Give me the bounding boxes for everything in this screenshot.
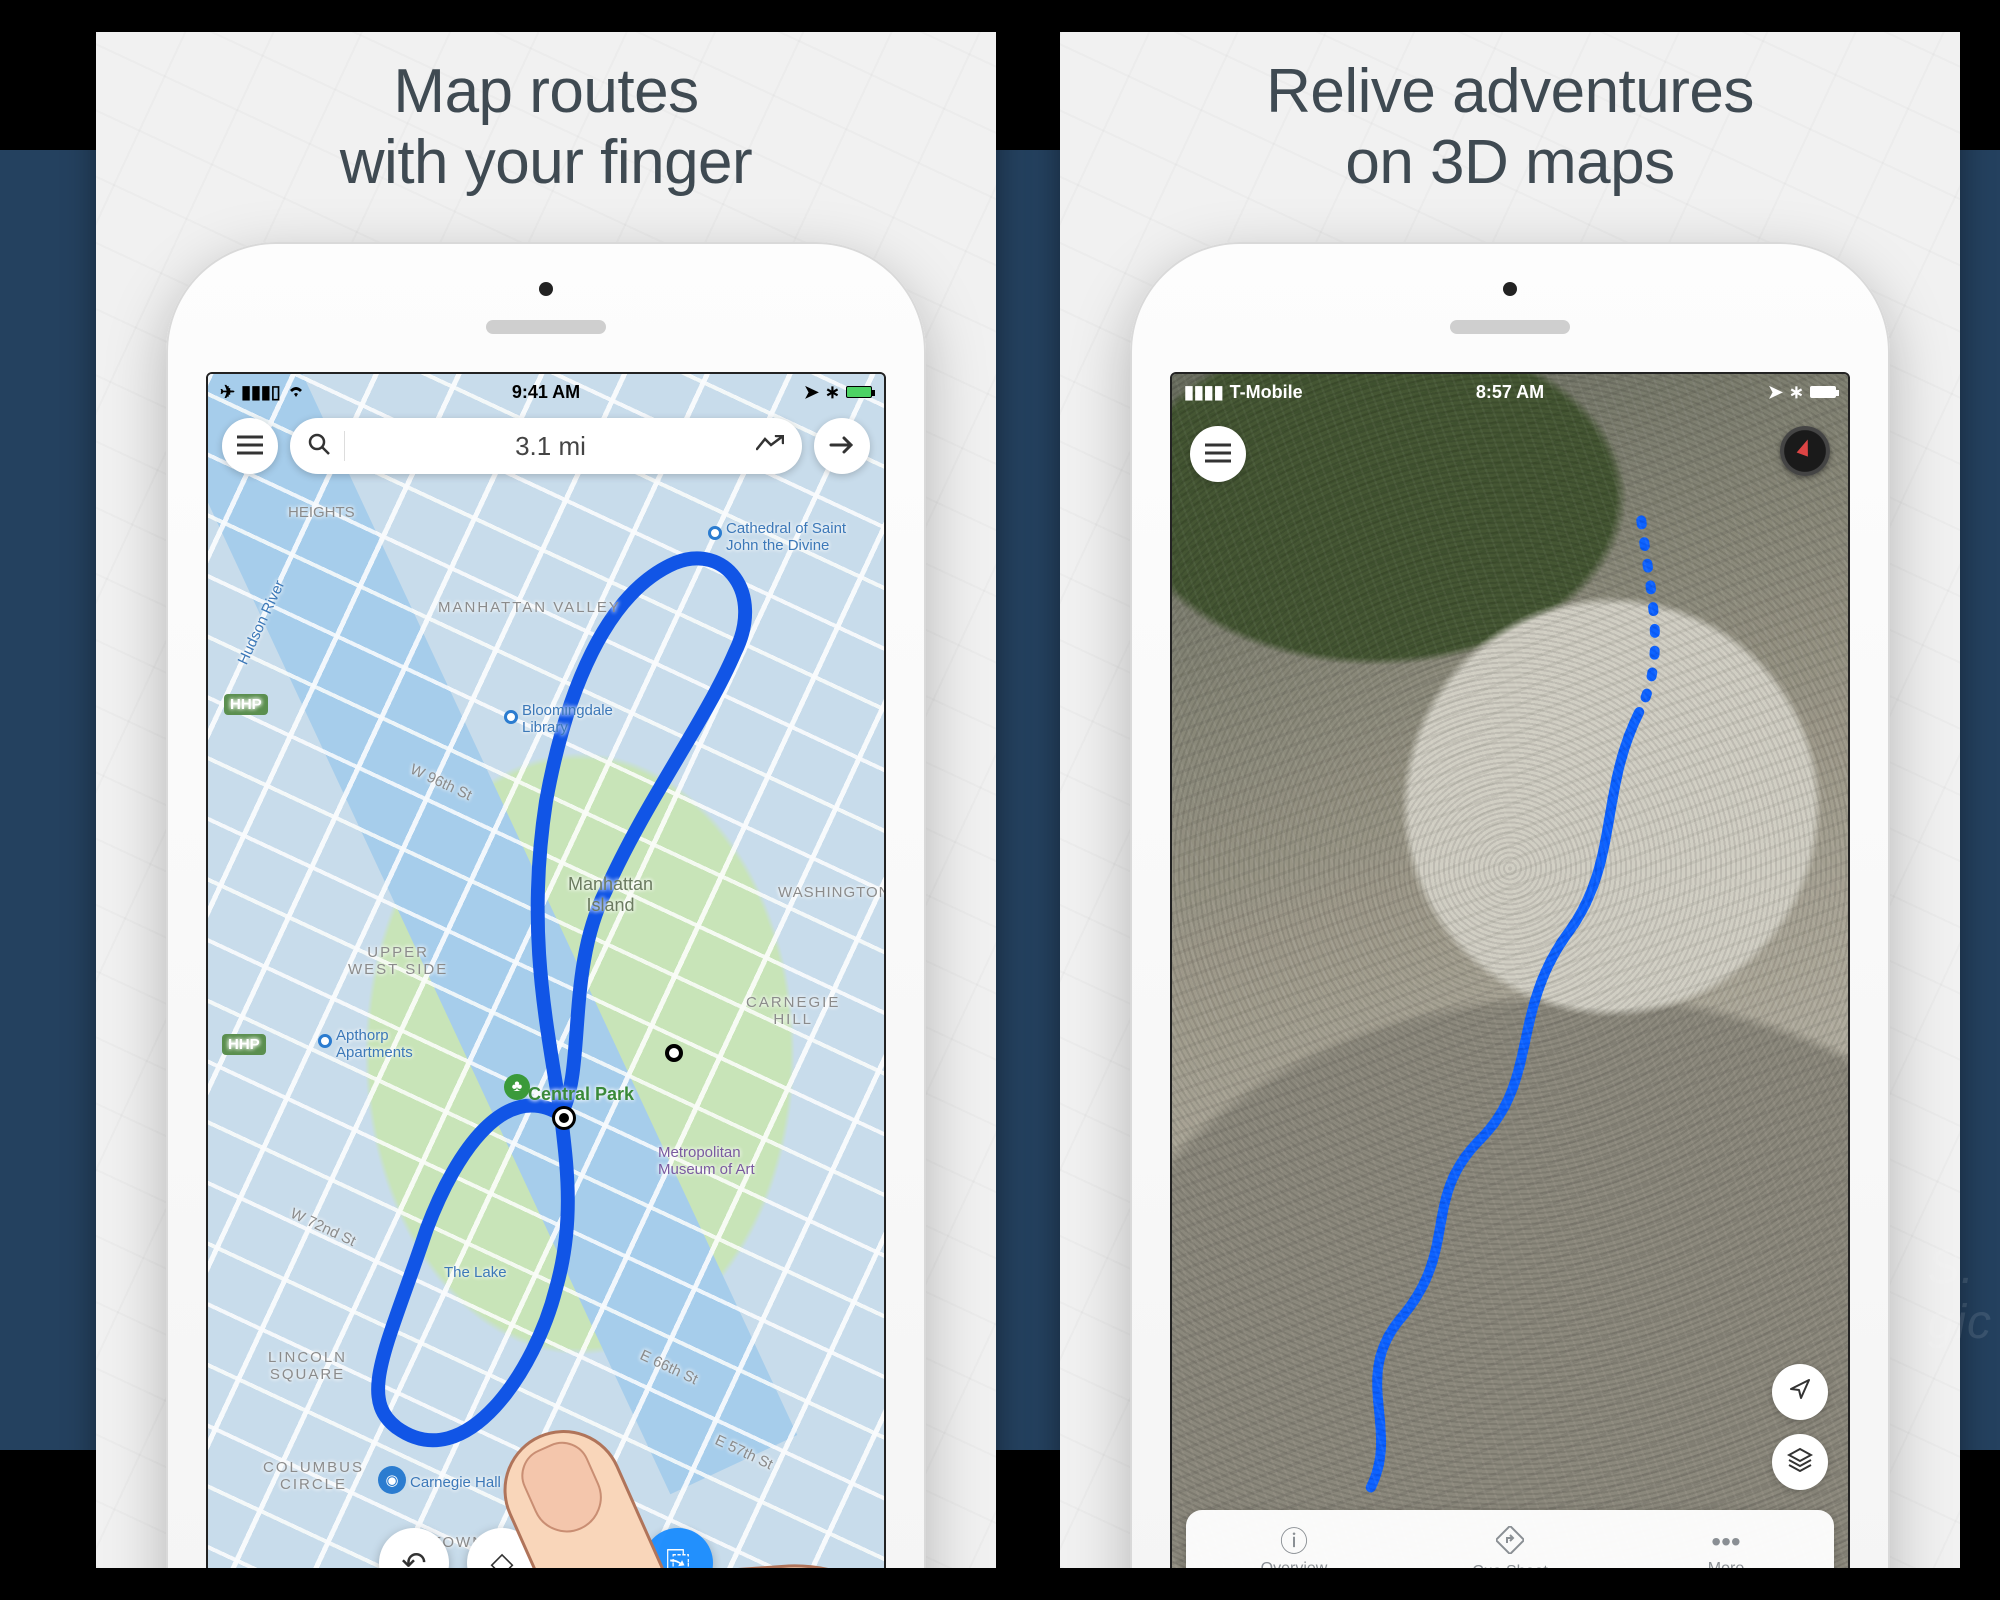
- hamburger-icon: [237, 431, 263, 462]
- terrain-3d-map[interactable]: [1172, 374, 1848, 1568]
- menu-button[interactable]: [222, 418, 278, 474]
- park-icon[interactable]: ♣: [504, 1074, 530, 1100]
- watermark: S.gic: [1928, 1240, 1992, 1350]
- status-bar-right: ▮▮▮▮ T-Mobile 8:57 AM ➤ ∗: [1172, 374, 1848, 410]
- compass-button[interactable]: [1780, 426, 1830, 476]
- label-apthorp: ApthorpApartments: [336, 1027, 413, 1061]
- status-time: 9:41 AM: [208, 382, 884, 403]
- label-wash: WASHINGTON: [778, 884, 886, 901]
- headline-right: Relive adventures on 3D maps: [1060, 56, 1960, 199]
- layers-button[interactable]: [1772, 1434, 1828, 1490]
- tab-cue-sheet[interactable]: Cue Sheet: [1402, 1510, 1618, 1568]
- poi-marker[interactable]: [504, 710, 518, 724]
- battery-icon: [1810, 386, 1836, 398]
- label-columbus: COLUMBUSCIRCLE: [263, 1459, 364, 1493]
- paperclip-icon: ⎘: [666, 1546, 690, 1568]
- headline-line2: on 3D maps: [1345, 128, 1674, 197]
- hamburger-icon: [1205, 439, 1231, 470]
- arrow-right-icon: [829, 431, 855, 462]
- headline-line1: Map routes: [393, 57, 698, 126]
- phone-screen-left: Hudson River HEIGHTS MANHATTAN VALLEY Ca…: [206, 372, 886, 1568]
- headline-line2: with your finger: [340, 128, 752, 197]
- poi-marker[interactable]: [318, 1034, 332, 1048]
- headline-left: Map routes with your finger: [96, 56, 996, 199]
- label-central-park: Central Park: [528, 1084, 634, 1105]
- label-manhattan-valley: MANHATTAN VALLEY: [438, 599, 621, 616]
- elevation-icon[interactable]: [756, 432, 784, 460]
- route-start-marker: [555, 1109, 573, 1127]
- go-button[interactable]: [814, 418, 870, 474]
- label-heights: HEIGHTS: [288, 504, 355, 521]
- tab-overview-label: Overview: [1261, 1560, 1328, 1568]
- label-cathedral: Cathedral of SaintJohn the Divine: [726, 520, 846, 554]
- label-upper-west: UPPERWEST SIDE: [348, 944, 448, 978]
- bottom-tab-bar: ⓘ Overview Cue Sheet ••• More: [1186, 1510, 1834, 1568]
- trail-path: [1172, 374, 1848, 1567]
- tab-cue-label: Cue Sheet: [1472, 1563, 1548, 1569]
- map-controls: [1772, 1364, 1828, 1490]
- pill-divider: [344, 431, 345, 461]
- search-icon: [308, 433, 330, 460]
- map-base[interactable]: Hudson River HEIGHTS MANHATTAN VALLEY Ca…: [208, 374, 884, 1568]
- phone-screen-right: ▮▮▮▮ T-Mobile 8:57 AM ➤ ∗: [1170, 372, 1850, 1568]
- label-lake: The Lake: [444, 1264, 507, 1281]
- status-time: 8:57 AM: [1172, 382, 1848, 403]
- label-met: MetropolitanMuseum of Art: [658, 1144, 755, 1178]
- label-carnegie-hall: Carnegie Hall: [410, 1474, 501, 1491]
- phone-mockup-right: ▮▮▮▮ T-Mobile 8:57 AM ➤ ∗: [1130, 242, 1890, 1568]
- undo-button[interactable]: ↶: [379, 1528, 449, 1568]
- eraser-icon: ◇: [490, 1546, 513, 1569]
- promo-panel-right: Relive adventures on 3D maps ▮▮▮▮ T-Mobi…: [1060, 32, 1960, 1568]
- directions-icon: [1496, 1526, 1524, 1559]
- menu-button[interactable]: [1190, 426, 1246, 482]
- undo-icon: ↶: [401, 1546, 426, 1569]
- route-waypoint: [665, 1044, 683, 1062]
- locate-button[interactable]: [1772, 1364, 1828, 1420]
- distance-value: 3.1 mi: [359, 431, 742, 462]
- tab-more[interactable]: ••• More: [1618, 1510, 1834, 1568]
- map-toolbar: 3.1 mi: [222, 418, 870, 474]
- label-bloomingdale: BloomingdaleLibrary: [522, 702, 613, 736]
- more-icon: •••: [1711, 1528, 1740, 1556]
- battery-icon: [846, 386, 872, 398]
- label-manhattan-island: ManhattanIsland: [568, 874, 653, 916]
- layers-icon: [1787, 1446, 1813, 1479]
- hhp-shield: HHP: [224, 694, 268, 715]
- headline-line1: Relive adventures: [1266, 57, 1754, 126]
- tab-overview[interactable]: ⓘ Overview: [1186, 1510, 1402, 1568]
- tab-more-label: More: [1708, 1560, 1744, 1568]
- camera-icon[interactable]: ◉: [378, 1466, 406, 1494]
- location-arrow-icon: [1788, 1377, 1812, 1408]
- promo-panel-left: Map routes with your finger Hudson River: [96, 32, 996, 1568]
- poi-marker[interactable]: [708, 526, 722, 540]
- label-lincoln: LINCOLNSQUARE: [268, 1349, 347, 1383]
- hhp-shield-2: HHP: [222, 1034, 266, 1055]
- info-icon: ⓘ: [1280, 1528, 1308, 1556]
- label-carnegie-hill: CARNEGIEHILL: [746, 994, 840, 1028]
- search-distance-pill[interactable]: 3.1 mi: [290, 418, 802, 474]
- status-bar-left: ✈︎ ▮▮▮▯ 9:41 AM ➤ ∗: [208, 374, 884, 410]
- phone-mockup-left: Hudson River HEIGHTS MANHATTAN VALLEY Ca…: [166, 242, 926, 1568]
